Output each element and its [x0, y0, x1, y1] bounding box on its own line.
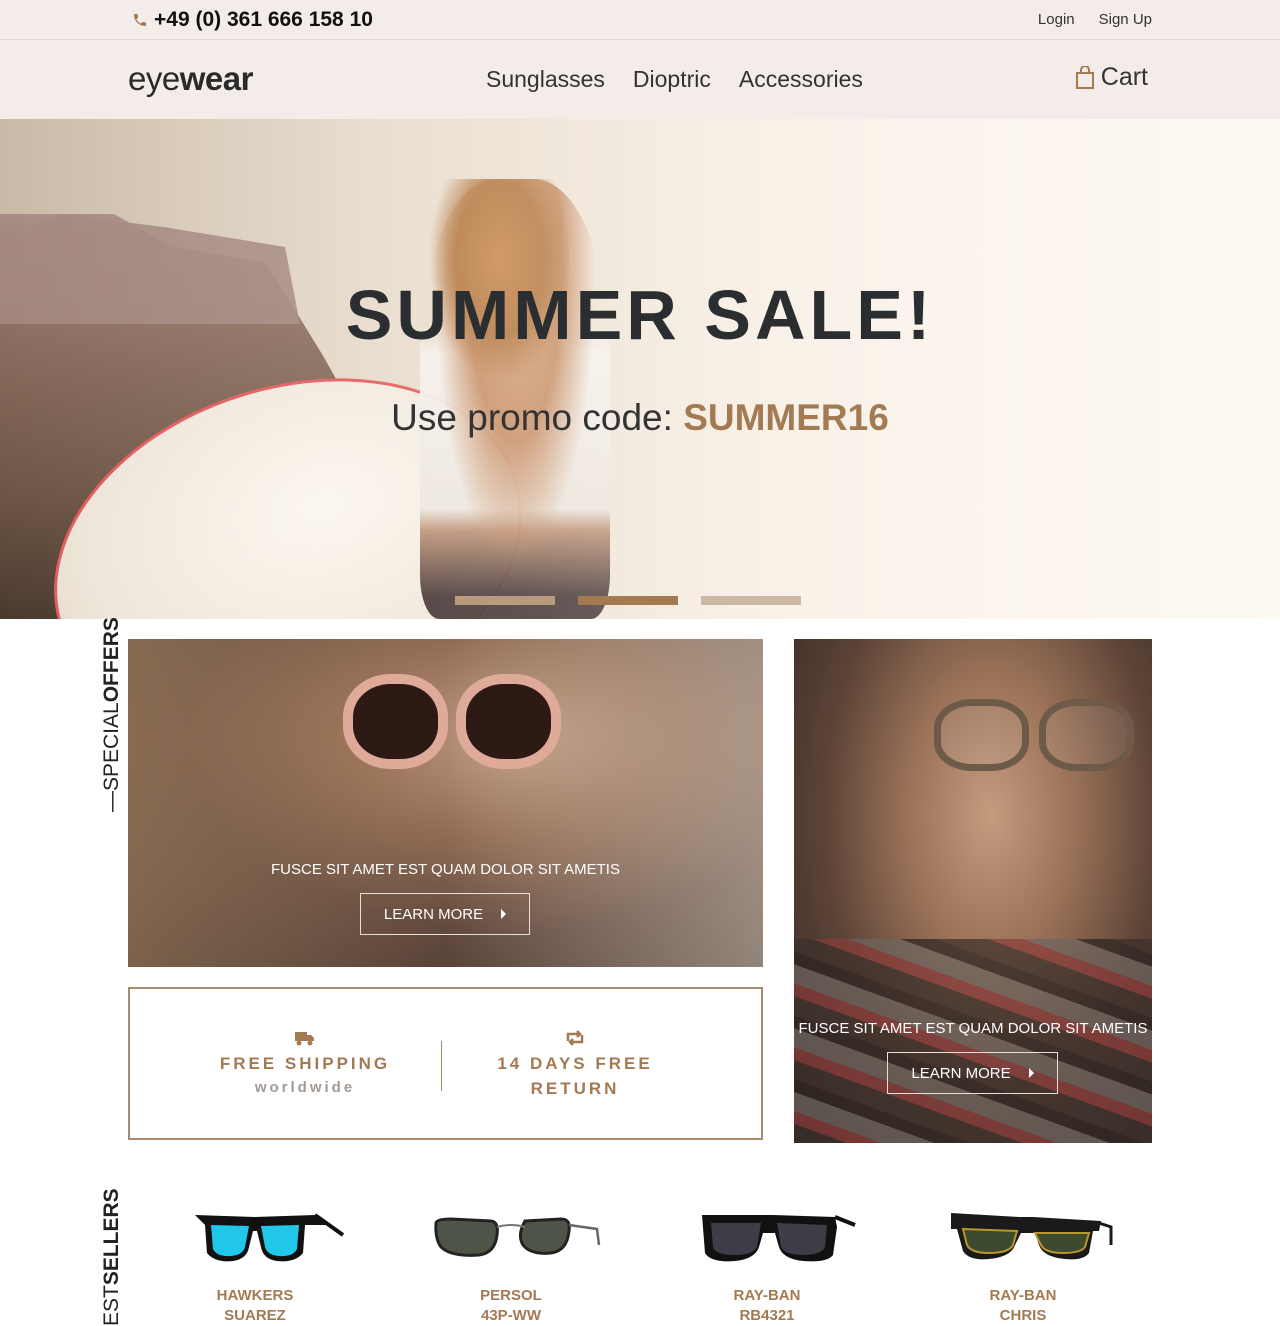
- offer-eyeglasses-image: [934, 699, 1144, 779]
- nav-item-dioptric[interactable]: Dioptric: [633, 66, 711, 93]
- phone-number-text: +49 (0) 361 666 158 10: [154, 8, 373, 31]
- free-shipping-info: FREE SHIPPING worldwide: [170, 1029, 440, 1096]
- hero-promo: Use promo code: SUMMER16: [0, 397, 1280, 439]
- product-card[interactable]: HAWKERS SUAREZ: [155, 1195, 355, 1326]
- main-navbar: eyewear Sunglasses Dioptric Accessories …: [0, 40, 1280, 119]
- cart-label: Cart: [1100, 63, 1148, 91]
- product-brand: RAY-BAN: [989, 1287, 1057, 1304]
- sunglasses-product-image: [702, 1215, 856, 1262]
- product-brand: RAY-BAN: [733, 1287, 801, 1304]
- signup-link[interactable]: Sign Up: [1099, 11, 1152, 28]
- free-return-title-line1: 14 DAYS FREE: [497, 1054, 653, 1073]
- product-model: 43P-WW: [481, 1307, 541, 1324]
- nav-item-sunglasses[interactable]: Sunglasses: [486, 66, 605, 93]
- phone-icon: [134, 14, 146, 26]
- bestsellers-label-bold: SELLERS: [100, 1188, 123, 1286]
- product-card[interactable]: RAY-BAN CHRIS: [923, 1195, 1123, 1326]
- offer-sunglasses-image: [343, 674, 563, 784]
- phone-number[interactable]: +49 (0) 361 666 158 10: [132, 8, 373, 32]
- free-return-info: 14 DAYS FREE RETURN: [440, 1029, 710, 1099]
- bestsellers-label: ESTSELLERS: [100, 1188, 124, 1326]
- top-bar: +49 (0) 361 666 158 10 Login Sign Up: [0, 0, 1280, 40]
- offer-card-text: FUSCE SIT AMET EST QUAM DOLOR SIT AMETIS: [798, 1020, 1148, 1037]
- cart-button[interactable]: Cart: [1075, 63, 1148, 92]
- product-brand: HAWKERS: [216, 1287, 294, 1304]
- learn-more-button[interactable]: LEARN MORE: [887, 1052, 1058, 1094]
- shipping-info-box: FREE SHIPPING worldwide 14 DAYS FREE RET…: [128, 987, 763, 1140]
- offer-card-sunglasses[interactable]: FUSCE SIT AMET EST QUAM DOLOR SIT AMETIS…: [128, 639, 763, 967]
- slider-indicators: [455, 596, 801, 605]
- learn-more-label: LEARN MORE: [383, 905, 484, 923]
- hero-banner: SUMMER SALE! Use promo code: SUMMER16: [0, 119, 1280, 619]
- special-offers-label-bold: OFFERS: [100, 617, 123, 703]
- caret-right-icon: [1028, 1068, 1034, 1078]
- logo[interactable]: eyewear: [128, 60, 253, 98]
- free-return-title-line2: RETURN: [530, 1079, 620, 1098]
- offer-card-text: FUSCE SIT AMET EST QUAM DOLOR SIT AMETIS: [271, 861, 620, 878]
- sunglasses-product-image: [951, 1213, 1113, 1260]
- product-model: CHRIS: [999, 1307, 1047, 1324]
- product-card[interactable]: RAY-BAN RB4321: [667, 1195, 867, 1326]
- special-offers-label-light: SPECIAL: [100, 702, 123, 791]
- free-shipping-title: FREE SHIPPING: [219, 1054, 391, 1073]
- slide-indicator-2[interactable]: [578, 596, 678, 605]
- nav-item-accessories[interactable]: Accessories: [739, 66, 863, 93]
- product-model: RB4321: [739, 1307, 795, 1324]
- product-brand: PERSOL: [480, 1287, 542, 1304]
- product-card[interactable]: PERSOL 43P-WW: [411, 1195, 611, 1326]
- learn-more-button[interactable]: LEARN MORE: [360, 893, 530, 935]
- bestsellers-label-light: EST: [100, 1285, 123, 1326]
- sunglasses-product-image: [434, 1217, 601, 1257]
- product-model: SUAREZ: [224, 1307, 286, 1324]
- sunglasses-product-image: [195, 1213, 345, 1262]
- logo-bold-text: wear: [179, 60, 254, 97]
- caret-right-icon: [501, 909, 507, 919]
- logo-light-text: eye: [128, 60, 180, 97]
- shopping-bag-icon: [1075, 65, 1094, 89]
- promo-label: Use promo code:: [391, 397, 684, 438]
- hero-title: SUMMER SALE!: [345, 276, 935, 354]
- offer-card-eyeglasses[interactable]: FUSCE SIT AMET EST QUAM DOLOR SIT AMETIS…: [794, 639, 1152, 1143]
- special-offers-label: —SPECIALOFFERS: [100, 617, 123, 812]
- slide-indicator-1[interactable]: [455, 596, 555, 605]
- offer-scarf-image: [794, 939, 1152, 1143]
- main-menu: Sunglasses Dioptric Accessories: [486, 66, 863, 93]
- learn-more-label: LEARN MORE: [911, 1064, 1011, 1082]
- free-shipping-subtitle: worldwide: [254, 1079, 356, 1096]
- retweet-icon: [566, 1030, 584, 1046]
- login-link[interactable]: Login: [1038, 11, 1075, 28]
- hero-overlay: [0, 119, 1280, 619]
- slide-indicator-3[interactable]: [701, 596, 801, 605]
- promo-code: SUMMER16: [683, 397, 889, 438]
- truck-icon: [295, 1032, 314, 1046]
